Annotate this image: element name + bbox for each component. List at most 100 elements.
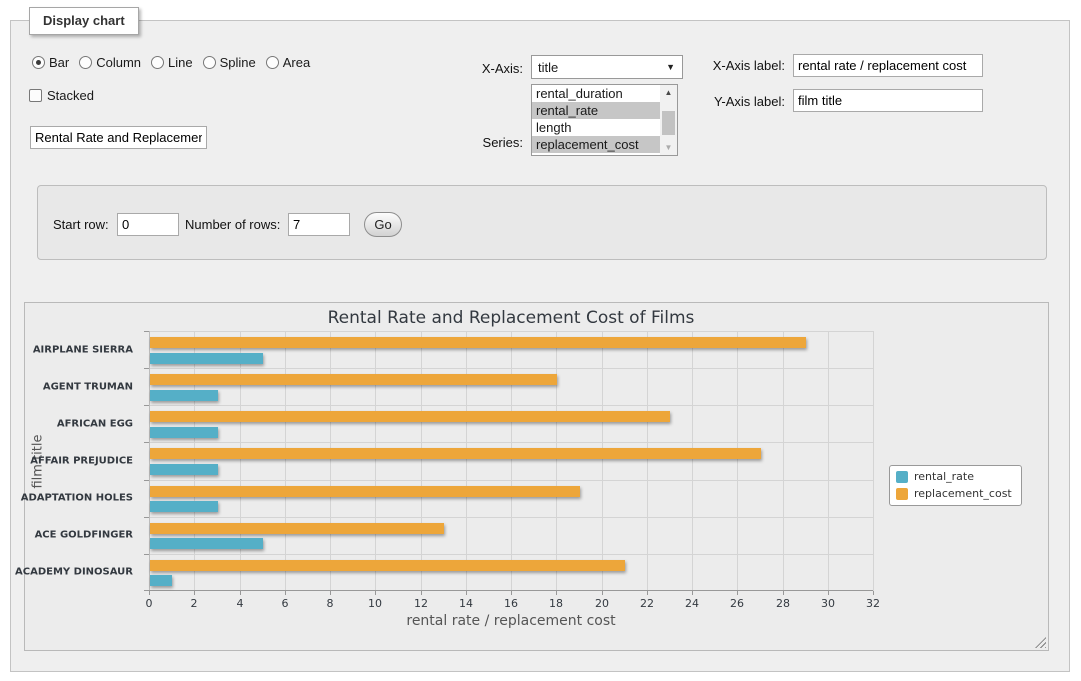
panel-legend: Display chart [29,7,139,35]
bar-replacement_cost[interactable] [150,486,580,497]
x-axis-title: rental rate / replacement cost [149,613,873,629]
x-tick-mark [828,591,829,595]
start-row-input[interactable] [117,213,179,236]
bar-rental_rate[interactable] [150,427,218,438]
chart-type-option-bar[interactable]: Bar [32,55,69,70]
grid-line-x [647,331,648,591]
series-option[interactable]: rental_rate [532,102,660,119]
bar-replacement_cost[interactable] [150,337,806,348]
chart-type-option-label: Bar [49,55,69,70]
scroll-down-icon[interactable]: ▼ [660,143,677,152]
stacked-option[interactable]: Stacked [29,88,94,103]
x-tick-mark [194,591,195,595]
chart-resize-handle[interactable] [1035,637,1046,648]
bar-replacement_cost[interactable] [150,523,444,534]
grid-line-y [149,405,873,406]
chart-type-option-column[interactable]: Column [79,55,141,70]
start-row-label: Start row: [53,217,109,232]
chart-type-option-spline[interactable]: Spline [203,55,256,70]
grid-line-x [466,331,467,591]
x-tick-mark [466,591,467,595]
x-tick-mark [692,591,693,595]
x-tick-label: 18 [549,597,563,610]
x-tick-mark [375,591,376,595]
category-label: ACADEMY DINOSAUR [15,567,133,578]
x-axis-selected-value: title [538,60,558,75]
legend-item[interactable]: rental_rate [896,470,1012,483]
category-label: ACE GOLDFINGER [35,530,133,541]
x-tick-label: 8 [327,597,334,610]
x-tick-label: 32 [866,597,880,610]
x-tick-mark [737,591,738,595]
stacked-checkbox[interactable] [29,89,42,102]
grid-line-x [240,331,241,591]
grid-line-x [828,331,829,591]
bar-replacement_cost[interactable] [150,560,625,571]
x-tick-mark [330,591,331,595]
number-of-rows-input[interactable] [288,213,350,236]
chart-type-option-label: Spline [220,55,256,70]
chart-type-option-label: Line [168,55,193,70]
x-tick-label: 0 [146,597,153,610]
chart-type-option-line[interactable]: Line [151,55,193,70]
chart-title-input[interactable] [30,126,207,149]
bar-replacement_cost[interactable] [150,411,670,422]
grid-line-y [149,554,873,555]
radio-icon[interactable] [79,56,92,69]
grid-line-x [375,331,376,591]
x-tick-label: 4 [237,597,244,610]
x-tick-mark [285,591,286,595]
x-tick-mark [149,591,150,595]
bar-rental_rate[interactable] [150,501,218,512]
radio-icon[interactable] [32,56,45,69]
x-tick-label: 12 [414,597,428,610]
radio-icon[interactable] [151,56,164,69]
category-label: AFRICAN EGG [57,419,133,430]
series-option[interactable]: rental_duration [532,85,660,102]
grid-line-x [194,331,195,591]
bar-rental_rate[interactable] [150,538,263,549]
x-tick-mark [511,591,512,595]
go-button[interactable]: Go [364,212,402,237]
x-axis-label-input[interactable] [793,54,983,77]
y-axis-line [149,331,150,591]
chart-container: Rental Rate and Replacement Cost of Film… [24,302,1049,651]
x-tick-mark [556,591,557,595]
bar-rental_rate[interactable] [150,390,218,401]
series-option[interactable]: length [532,119,660,136]
chart-legend: rental_rate replacement_cost [889,465,1022,506]
number-of-rows-label: Number of rows: [185,217,280,232]
bar-replacement_cost[interactable] [150,448,761,459]
x-tick-label: 20 [595,597,609,610]
grid-line-y [149,368,873,369]
x-tick-label: 2 [191,597,198,610]
plot-area: 02468101214161820222426283032 [149,331,873,591]
bar-rental_rate[interactable] [150,464,218,475]
grid-line-x [330,331,331,591]
x-tick-label: 24 [685,597,699,610]
x-axis-label-caption: X-Axis label: [648,58,785,73]
x-tick-mark [873,591,874,595]
bar-rental_rate[interactable] [150,575,172,586]
grid-line-x [556,331,557,591]
y-axis-label-input[interactable] [793,89,983,112]
x-tick-label: 14 [459,597,473,610]
legend-label: rental_rate [914,470,974,483]
grid-line-x [692,331,693,591]
radio-icon[interactable] [203,56,216,69]
x-tick-label: 26 [730,597,744,610]
x-tick-label: 6 [282,597,289,610]
bar-replacement_cost[interactable] [150,374,557,385]
grid-line-y [149,517,873,518]
grid-line-x [285,331,286,591]
chart-type-option-area[interactable]: Area [266,55,310,70]
x-tick-mark [783,591,784,595]
series-option[interactable]: replacement_cost [532,136,660,153]
bar-rental_rate[interactable] [150,353,263,364]
category-labels: AIRPLANE SIERRAAGENT TRUMANAFRICAN EGGAF… [25,331,141,591]
radio-icon[interactable] [266,56,279,69]
scrollbar-thumb[interactable] [662,111,675,135]
chart-title: Rental Rate and Replacement Cost of Film… [149,308,873,328]
grid-line-y [149,442,873,443]
legend-item[interactable]: replacement_cost [896,487,1012,500]
